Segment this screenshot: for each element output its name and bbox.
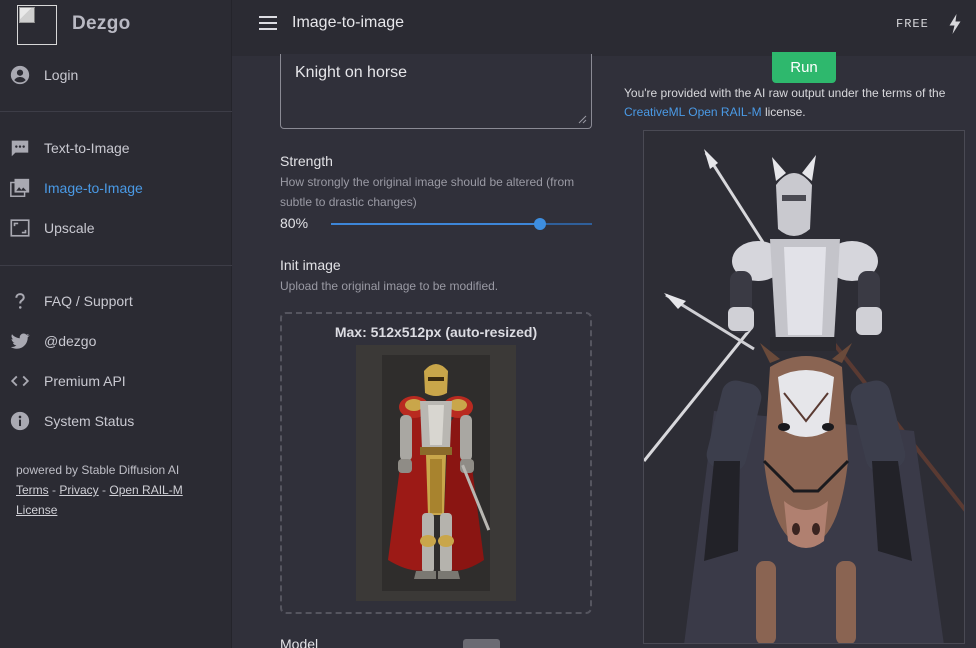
privacy-link[interactable]: Privacy (59, 483, 98, 497)
sidebar-item-premium-api[interactable]: Premium API (0, 361, 232, 401)
sidebar-item-faq[interactable]: FAQ / Support (0, 281, 232, 321)
sidebar-footer: powered by Stable Diffusion AI Terms - P… (16, 460, 216, 520)
model-thumbnail[interactable] (463, 639, 500, 648)
run-button[interactable]: Run (772, 52, 836, 83)
prompt-textarea[interactable]: Knight on horse (280, 54, 592, 129)
twitter-icon (9, 330, 31, 352)
prompt-value: Knight on horse (295, 64, 408, 81)
init-image-help: Upload the original image to be modified… (280, 279, 499, 293)
sidebar-item-label: System Status (44, 413, 135, 429)
sidebar-item-label: Text-to-Image (44, 140, 130, 156)
slider-fill (331, 223, 540, 225)
brand-name[interactable]: Dezgo (72, 13, 131, 35)
dropzone-caption: Max: 512x512px (auto-resized) (334, 324, 538, 340)
sidebar-divider (0, 111, 232, 112)
sidebar-item-label: Premium API (44, 373, 126, 389)
terms-link[interactable]: Terms (16, 483, 49, 497)
image-icon (9, 177, 31, 199)
plan-badge[interactable]: FREE (896, 17, 929, 31)
sidebar-item-twitter[interactable]: @dezgo (0, 321, 232, 361)
creativeml-license-link[interactable]: CreativeML Open RAIL-M (624, 105, 762, 119)
logo-image[interactable] (17, 5, 57, 45)
code-icon (9, 370, 31, 392)
broken-image-icon (19, 7, 35, 23)
top-app-bar: Image-to-image FREE (232, 0, 976, 56)
logo-row: Dezgo (0, 0, 232, 56)
sidebar-item-label: FAQ / Support (44, 293, 133, 309)
strength-help: How strongly the original image should b… (280, 175, 575, 209)
lightning-bolt-icon[interactable] (948, 14, 962, 34)
model-label: Model (280, 636, 319, 648)
slider-thumb[interactable] (534, 218, 546, 230)
sidebar-divider (0, 265, 232, 266)
page-title: Image-to-image (292, 14, 405, 31)
sidebar-item-image-to-image[interactable]: Image-to-Image (0, 168, 232, 208)
output-image[interactable] (643, 130, 965, 644)
license-notice: You're provided with the AI raw output u… (624, 84, 976, 122)
strength-label: Strength (280, 153, 333, 169)
sidebar-item-label: Upscale (44, 220, 95, 236)
sidebar-item-text-to-image[interactable]: Text-to-Image (0, 128, 232, 168)
init-image-label: Init image (280, 257, 341, 273)
question-icon (9, 290, 31, 312)
license-text: You're provided with the AI raw output u… (624, 86, 946, 100)
sidebar-item-upscale[interactable]: Upscale (0, 208, 232, 248)
powered-by-text: powered by Stable Diffusion AI (16, 463, 180, 477)
sidebar-item-system-status[interactable]: System Status (0, 401, 232, 441)
account-circle-icon (9, 64, 31, 86)
strength-value: 80% (280, 215, 309, 231)
resize-handle-icon[interactable] (577, 114, 587, 124)
license-link[interactable]: Open RAIL-M (109, 483, 182, 497)
menu-icon[interactable] (259, 16, 277, 30)
sidebar: Dezgo Login Text-to-Image Image-to-Image… (0, 0, 232, 648)
chat-bubble-icon (9, 137, 31, 159)
sidebar-item-label: Login (44, 67, 79, 83)
license-text-end: license. (761, 105, 806, 119)
info-icon (9, 410, 31, 432)
strength-slider[interactable] (331, 218, 592, 230)
init-image-dropzone[interactable]: Max: 512x512px (auto-resized) (280, 312, 592, 614)
upscale-icon (9, 217, 31, 239)
separator: - (98, 483, 110, 497)
separator: - (48, 483, 60, 497)
sidebar-item-label: Image-to-Image (44, 180, 143, 196)
sidebar-item-label: @dezgo (44, 333, 97, 349)
sidebar-item-login[interactable]: Login (0, 55, 232, 95)
init-image-preview[interactable] (356, 345, 516, 601)
license-link-continued[interactable]: License (16, 503, 57, 517)
